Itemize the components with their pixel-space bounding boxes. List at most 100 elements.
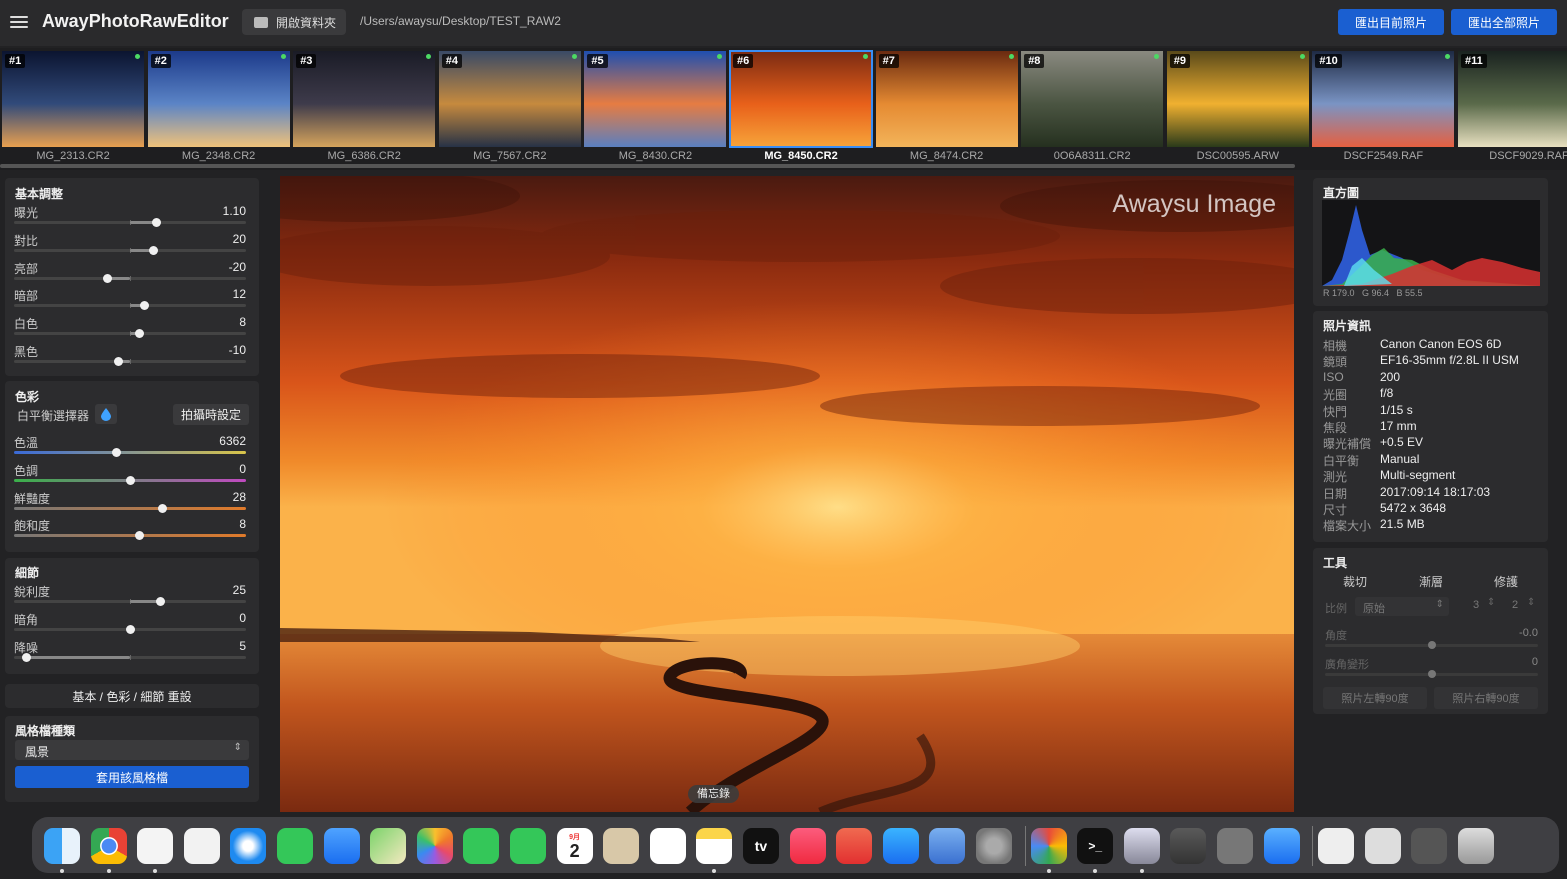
slider-knob[interactable] [139, 301, 149, 311]
slider-track[interactable] [14, 245, 246, 255]
eyedropper-button[interactable] [95, 404, 117, 424]
slider-track[interactable] [14, 301, 246, 311]
safari-blue-icon[interactable] [1263, 828, 1300, 864]
finder-icon[interactable] [44, 828, 80, 864]
trash-icon[interactable] [1458, 828, 1494, 864]
stepper-icon[interactable]: ⇕ [1487, 597, 1495, 608]
reset-button[interactable]: 基本 / 色彩 / 細節 重設 [5, 684, 259, 708]
slider-value[interactable]: 8 [239, 315, 246, 329]
filmstrip-thumb[interactable]: #9 DSC00595.ARW [1166, 51, 1309, 163]
filmstrip-thumb[interactable]: #11 DSCF9029.RAF [1458, 51, 1567, 163]
main-photo[interactable]: Awaysu Image [280, 176, 1294, 812]
rotate-left-button[interactable]: 照片左轉90度 [1323, 687, 1427, 709]
angle-slider[interactable] [1325, 641, 1538, 649]
slider-value[interactable]: 1.10 [223, 204, 246, 218]
slider-value[interactable]: 20 [233, 232, 246, 246]
certificate-icon[interactable] [1318, 828, 1355, 864]
angle-knob[interactable] [1427, 641, 1436, 649]
photos-icon[interactable] [416, 828, 453, 864]
maps-icon[interactable] [370, 828, 407, 864]
safari-icon[interactable] [230, 828, 267, 864]
as-shot-button[interactable]: 拍攝時設定 [173, 404, 249, 425]
filmstrip-thumb[interactable]: #3 MG_6386.CR2 [293, 51, 436, 163]
filmstrip-thumb[interactable]: #8 0O6A8311.CR2 [1021, 51, 1164, 163]
slider-value[interactable]: -10 [229, 343, 246, 357]
facetime-icon[interactable] [463, 828, 500, 864]
slider-track[interactable] [14, 357, 246, 366]
filmstrip-thumb[interactable]: #7 MG_8474.CR2 [875, 51, 1018, 163]
slider-value[interactable]: 6362 [219, 434, 246, 448]
slider-value[interactable]: 12 [233, 287, 246, 301]
chrome-icon[interactable] [90, 828, 127, 864]
export-current-button[interactable]: 匯出目前照片 [1338, 9, 1444, 35]
slider-value[interactable]: 5 [239, 639, 246, 653]
slider-value[interactable]: -20 [229, 260, 246, 274]
photos-color-icon[interactable] [1030, 828, 1067, 864]
slider-knob[interactable] [126, 624, 135, 634]
tab-gradient[interactable]: 漸層 [1419, 573, 1443, 590]
preview-icon[interactable] [929, 828, 966, 864]
appstore-icon[interactable] [882, 828, 919, 864]
terminal-icon[interactable]: >_ [1077, 828, 1114, 864]
slider-value[interactable]: 0 [239, 462, 246, 476]
messages-icon[interactable] [277, 828, 313, 864]
reminders-icon[interactable] [649, 828, 686, 864]
filmstrip-thumb[interactable]: #5 MG_8430.CR2 [584, 51, 727, 163]
hamburger-menu-icon[interactable] [10, 13, 28, 31]
settings-icon[interactable] [976, 828, 1012, 864]
disk-icon[interactable] [1123, 828, 1160, 864]
slider-knob[interactable] [126, 475, 135, 485]
phone-icon[interactable] [510, 828, 546, 864]
slider-knob[interactable] [102, 273, 112, 283]
style-select[interactable]: 風景 ⇕ [15, 740, 249, 760]
filmstrip-scrollbar[interactable] [0, 164, 1295, 168]
slider-knob[interactable] [112, 448, 122, 457]
slider-knob[interactable] [135, 531, 145, 541]
slider-track[interactable] [14, 475, 246, 485]
slider-value[interactable]: 28 [233, 490, 246, 504]
slider-track[interactable] [14, 329, 246, 339]
filmstrip-thumb[interactable]: #4 MG_7567.CR2 [438, 51, 581, 163]
slider-knob[interactable] [151, 218, 161, 227]
tab-heal[interactable]: 修護 [1494, 573, 1518, 590]
slider-track[interactable] [14, 597, 246, 606]
tv-icon[interactable]: tv [743, 828, 779, 864]
tab-crop[interactable]: 裁切 [1343, 573, 1367, 590]
apply-style-button[interactable]: 套用該風格檔 [15, 766, 249, 788]
slider-knob[interactable] [114, 357, 124, 366]
notes-icon[interactable] [696, 828, 733, 864]
slider-knob[interactable] [158, 503, 168, 513]
calendar-grid-icon[interactable] [183, 828, 220, 864]
slider-track[interactable] [14, 531, 246, 541]
export-all-button[interactable]: 匯出全部照片 [1451, 9, 1557, 35]
filmstrip-thumb[interactable]: #6 MG_8450.CR2 [729, 50, 873, 163]
slider-value[interactable]: 0 [239, 611, 246, 625]
slider-track[interactable] [14, 218, 246, 227]
slider-value[interactable]: 25 [233, 583, 246, 597]
launchpad-icon[interactable] [137, 828, 174, 864]
document-icon[interactable] [1364, 828, 1401, 864]
slider-track[interactable] [14, 503, 246, 513]
slider-knob[interactable] [156, 597, 166, 606]
stepper-icon[interactable]: ⇕ [1527, 597, 1535, 608]
slider-knob[interactable] [149, 245, 159, 255]
filmstrip-thumb[interactable]: #10 DSCF2549.RAF [1312, 51, 1455, 163]
distort-slider[interactable] [1325, 670, 1538, 678]
ratio-select[interactable]: 原始 ⇕ [1355, 597, 1449, 616]
automator-icon[interactable] [1217, 828, 1253, 864]
slider-track[interactable] [14, 652, 246, 662]
ratio-height-value[interactable]: 2 [1512, 599, 1518, 611]
mail-icon[interactable] [323, 828, 360, 864]
slider-track[interactable] [14, 624, 246, 634]
filmstrip-thumb[interactable]: #2 MG_2348.CR2 [147, 51, 290, 163]
open-folder-button[interactable]: 開啟資料夾 [242, 9, 346, 35]
slider-track[interactable] [14, 448, 246, 457]
distort-knob[interactable] [1427, 670, 1436, 678]
keychain-icon[interactable] [1170, 828, 1207, 864]
slider-knob[interactable] [21, 652, 31, 662]
rotate-right-button[interactable]: 照片右轉90度 [1434, 687, 1538, 709]
contacts-icon[interactable] [603, 828, 640, 864]
slider-track[interactable] [14, 273, 246, 283]
rocket-icon[interactable] [836, 828, 873, 864]
calendar-icon[interactable]: 9月 2 [556, 828, 593, 864]
